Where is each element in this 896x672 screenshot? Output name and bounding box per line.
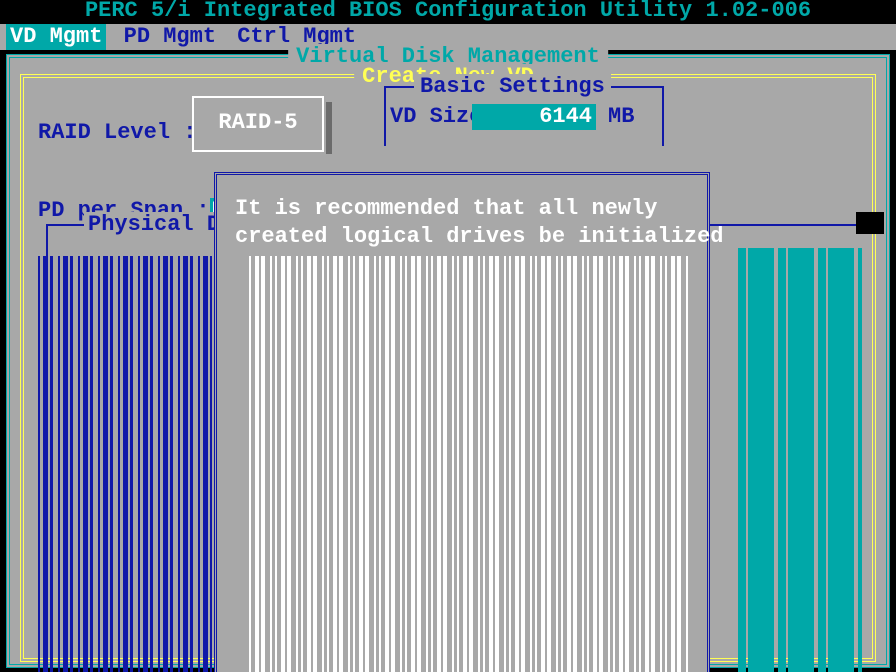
app-title: PERC 5/i Integrated BIOS Configuration U… [0, 0, 896, 24]
menu-pd-mgmt[interactable]: PD Mgmt [120, 24, 220, 50]
dialog-line-2: created logical drives be initialized [235, 223, 689, 251]
basic-settings-group: Basic Settings VD Size: 6144 MB [384, 86, 664, 146]
vd-size-unit: MB [608, 104, 634, 129]
vd-size-input[interactable]: 6144 [472, 104, 596, 130]
virtual-disk-management-frame: Virtual Disk Management Create New VD RA… [6, 54, 890, 668]
basic-settings-title: Basic Settings [414, 74, 611, 99]
bios-screen: PERC 5/i Integrated BIOS Configuration U… [0, 0, 896, 672]
side-black-box [856, 212, 884, 234]
menu-vd-mgmt[interactable]: VD Mgmt [6, 24, 106, 50]
init-recommendation-dialog[interactable]: It is recommended that all newly created… [214, 172, 710, 672]
raid-level-select[interactable]: RAID-5 [192, 96, 324, 152]
dialog-line-1: It is recommended that all newly [235, 195, 689, 223]
raid-select-shadow [326, 102, 332, 154]
raid-level-label: RAID Level : [38, 120, 196, 145]
